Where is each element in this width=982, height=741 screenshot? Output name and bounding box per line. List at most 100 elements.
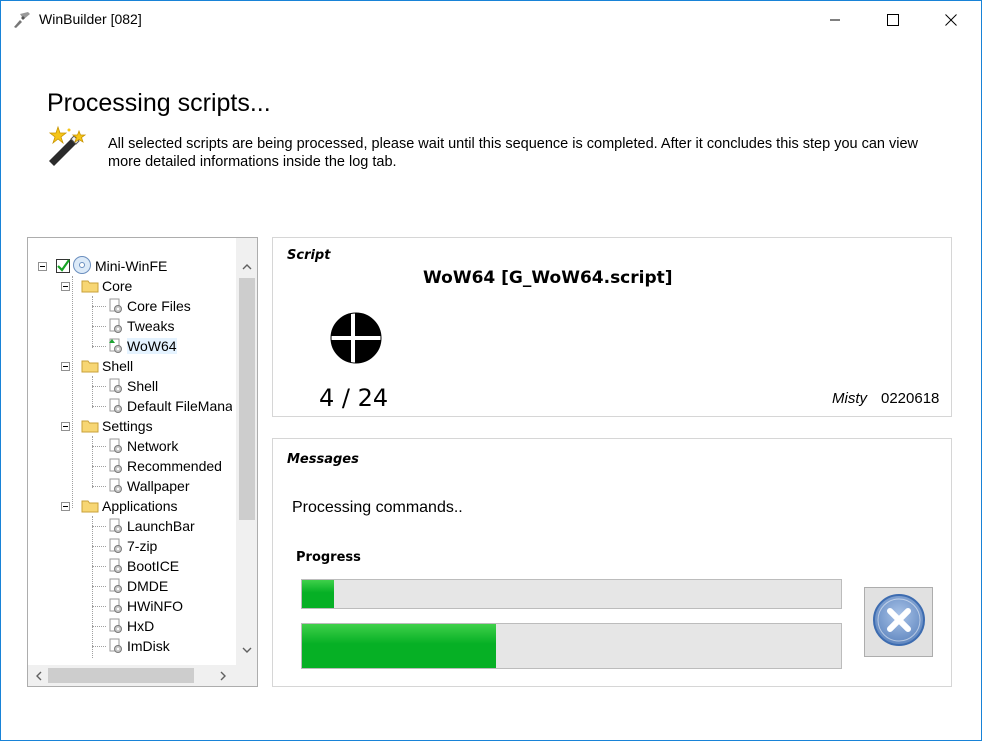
script-group-label: Script [287, 248, 331, 263]
tree-item-label: 7-zip [127, 538, 158, 554]
script-author: Misty [832, 390, 867, 407]
scrollbar-corner [236, 665, 257, 686]
scroll-right-icon[interactable] [214, 667, 231, 684]
tree-item-dmde[interactable]: DMDE [108, 576, 168, 596]
cancel-x-icon [872, 593, 926, 651]
script-gear-icon [108, 398, 124, 414]
script-gear-icon [108, 578, 124, 594]
overall-progress-bar [301, 623, 842, 669]
script-name: WoW64 [G_WoW64.script] [423, 268, 673, 288]
checkbox-checked-icon[interactable] [56, 259, 70, 273]
scroll-down-icon[interactable] [238, 641, 255, 658]
tree-item-shell[interactable]: Shell [108, 376, 158, 396]
script-running-icon [108, 338, 124, 354]
tree-item-bootice[interactable]: BootICE [108, 556, 179, 576]
script-gear-icon [108, 438, 124, 454]
winbuilder-icon [12, 10, 32, 30]
tree-item-label: LaunchBar [127, 518, 195, 534]
tree-item-launchbar[interactable]: LaunchBar [108, 516, 195, 536]
tree-item-label: HxD [127, 618, 155, 634]
page-title: Processing scripts... [47, 89, 271, 117]
status-message: Processing commands.. [292, 499, 463, 516]
maximize-button[interactable] [864, 1, 922, 39]
collapse-toggle-root[interactable] [38, 262, 47, 271]
tree-item-label: BootICE [127, 558, 180, 574]
script-gear-icon [108, 618, 124, 634]
overall-progress-fill [302, 624, 497, 668]
tree-root-label: Mini-WinFE [95, 258, 168, 274]
horizontal-scroll-thumb[interactable] [48, 668, 194, 683]
tree-item-7zip[interactable]: 7-zip [108, 536, 157, 556]
scroll-left-icon[interactable] [30, 667, 47, 684]
tree-group-label: Core [102, 278, 133, 294]
tree-item-network[interactable]: Network [108, 436, 178, 456]
script-gear-icon [108, 538, 124, 554]
progress-label: Progress [296, 550, 361, 565]
tree-item-label: WoW64 [127, 338, 177, 354]
tree-content: Mini-WinFE Core Core Files Tweaks WoW64 [28, 238, 232, 658]
folder-icon [81, 499, 99, 513]
close-button[interactable] [922, 1, 980, 39]
tree-item-label: ImDisk [127, 638, 170, 654]
tree-item-wallpaper[interactable]: Wallpaper [108, 476, 190, 496]
tree-item-label: Default FileManag [127, 398, 232, 414]
script-gear-icon [108, 598, 124, 614]
tree-item-core-files[interactable]: Core Files [108, 296, 191, 316]
description-text: All selected scripts are being processed… [108, 136, 919, 170]
tree-item-hwinfo[interactable]: HWiNFO [108, 596, 183, 616]
tree-item-recommended[interactable]: Recommended [108, 456, 222, 476]
command-progress-fill [302, 580, 335, 608]
tree-item-imdisk[interactable]: ImDisk [108, 636, 170, 656]
tree-group-core[interactable]: Core [81, 276, 132, 296]
tree-item-default-filemanager[interactable]: Default FileManag [108, 396, 232, 416]
collapse-toggle-core[interactable] [61, 282, 70, 291]
tree-group-shell[interactable]: Shell [81, 356, 133, 376]
tree-item-label: Network [127, 438, 179, 454]
script-logo-icon [330, 312, 382, 364]
tree-item-label: DMDE [127, 578, 169, 594]
tree-item-wow64[interactable]: WoW64 [108, 336, 177, 356]
tree-item-label: Wallpaper [127, 478, 190, 494]
folder-icon [81, 359, 99, 373]
collapse-toggle-settings[interactable] [61, 422, 70, 431]
minimize-button[interactable] [806, 1, 864, 39]
collapse-toggle-applications[interactable] [61, 502, 70, 511]
collapse-toggle-shell[interactable] [61, 362, 70, 371]
tree-item-label: Core Files [127, 298, 191, 314]
script-gear-icon [108, 458, 124, 474]
tree-group-settings[interactable]: Settings [81, 416, 153, 436]
script-gear-icon [108, 378, 124, 394]
title-bar[interactable]: WinBuilder [082] [1, 1, 981, 39]
script-gear-icon [108, 318, 124, 334]
minimize-icon [829, 14, 841, 26]
script-group: Script WoW64 [G_WoW64.script] 4 / 24 Mis… [272, 237, 952, 417]
tree-horizontal-scrollbar[interactable] [28, 665, 236, 686]
tree-group-label: Applications [102, 498, 178, 514]
magic-wand-icon [45, 125, 91, 167]
script-version: 0220618 [881, 390, 940, 407]
script-gear-icon [108, 298, 124, 314]
scroll-up-icon[interactable] [238, 258, 255, 275]
messages-group: Messages Processing commands.. Progress [272, 438, 952, 687]
tree-root[interactable]: Mini-WinFE [56, 255, 168, 278]
script-gear-icon [108, 638, 124, 654]
tree-group-applications[interactable]: Applications [81, 496, 178, 516]
tree-item-hxd[interactable]: HxD [108, 616, 154, 636]
script-gear-icon [108, 558, 124, 574]
script-gear-icon [108, 478, 124, 494]
folder-icon [81, 419, 99, 433]
cancel-button[interactable] [864, 587, 933, 657]
tree-item-tweaks[interactable]: Tweaks [108, 316, 174, 336]
script-counter: 4 / 24 [319, 384, 389, 412]
script-tree[interactable]: Mini-WinFE Core Core Files Tweaks WoW64 [27, 237, 258, 687]
project-disc-icon [72, 255, 92, 278]
tree-group-label: Settings [102, 418, 153, 434]
tree-vertical-scrollbar[interactable] [236, 238, 257, 666]
folder-icon [81, 279, 99, 293]
tree-item-label: Tweaks [127, 318, 175, 334]
tree-item-label: HWiNFO [127, 598, 183, 614]
tree-item-label: Recommended [127, 458, 222, 474]
vertical-scroll-thumb[interactable] [239, 278, 255, 520]
close-icon [945, 14, 957, 26]
script-gear-icon [108, 518, 124, 534]
